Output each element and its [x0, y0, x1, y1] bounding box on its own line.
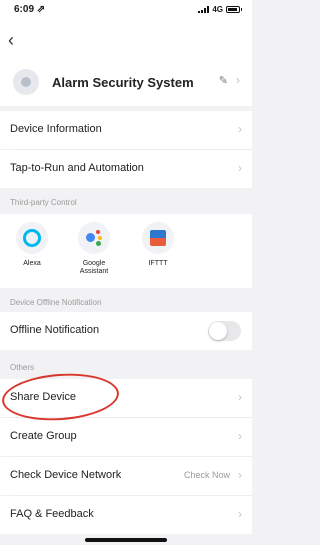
section-label: Device Offline Notification: [10, 298, 102, 307]
row-label: Tap-to-Run and Automation: [10, 162, 144, 174]
row-create-group[interactable]: Create Group ›: [0, 418, 252, 456]
offline-notification-toggle[interactable]: [208, 321, 241, 341]
row-label: Device Information: [10, 123, 102, 135]
ifttt-tile[interactable]: IFTTT: [134, 222, 182, 284]
row-check-device-network[interactable]: Check Device Network Check Now ›: [0, 457, 252, 495]
device-avatar-icon: [13, 69, 39, 95]
chevron-right-icon: ›: [236, 73, 240, 87]
row-faq-feedback[interactable]: FAQ & Feedback ›: [0, 496, 252, 534]
chevron-right-icon: ›: [238, 507, 242, 521]
status-right: 4G: [198, 5, 242, 14]
row-label: FAQ & Feedback: [10, 508, 94, 520]
chevron-right-icon: ›: [238, 122, 242, 136]
status-bar: 6:09 ⇗ 4G: [0, 0, 252, 22]
alexa-icon: [16, 222, 48, 254]
device-name: Alarm Security System: [52, 75, 194, 90]
check-now-link[interactable]: Check Now: [184, 470, 230, 480]
section-label: Others: [10, 363, 35, 372]
tile-label: Google Assistant: [79, 260, 109, 276]
battery-icon: [226, 6, 242, 13]
row-offline-notification: Offline Notification: [0, 312, 252, 350]
nav-bar: ‹: [0, 22, 252, 60]
google-assistant-tile[interactable]: Google Assistant: [70, 222, 118, 284]
section-offline: Device Offline Notification: [0, 292, 252, 314]
row-tap-to-run[interactable]: Tap-to-Run and Automation ›: [0, 150, 252, 188]
status-time: 6:09 ⇗: [14, 4, 46, 15]
network-label: 4G: [212, 5, 223, 14]
signal-icon: [198, 6, 210, 13]
chevron-right-icon: ›: [238, 390, 242, 404]
back-icon[interactable]: ‹: [8, 30, 14, 51]
row-label: Create Group: [10, 430, 77, 442]
home-indicator: [85, 538, 167, 542]
chevron-right-icon: ›: [238, 161, 242, 175]
device-header[interactable]: Alarm Security System ✎ ›: [0, 60, 252, 106]
chevron-right-icon: ›: [238, 468, 242, 482]
tile-label: IFTTT: [148, 260, 168, 267]
ifttt-icon: [142, 222, 174, 254]
section-label: Third-party Control: [10, 198, 77, 207]
row-label: Check Device Network: [10, 469, 122, 481]
row-label: Offline Notification: [10, 324, 100, 336]
tile-label: Alexa: [23, 260, 41, 267]
google-assistant-icon: [78, 222, 110, 254]
section-third-party: Third-party Control: [0, 192, 252, 214]
chevron-right-icon: ›: [238, 429, 242, 443]
section-others: Others: [0, 357, 252, 379]
third-party-panel: Alexa Google Assistant IFTTT: [0, 214, 252, 288]
edit-icon[interactable]: ✎: [219, 74, 228, 87]
alexa-tile[interactable]: Alexa: [8, 222, 56, 284]
row-device-information[interactable]: Device Information ›: [0, 111, 252, 149]
